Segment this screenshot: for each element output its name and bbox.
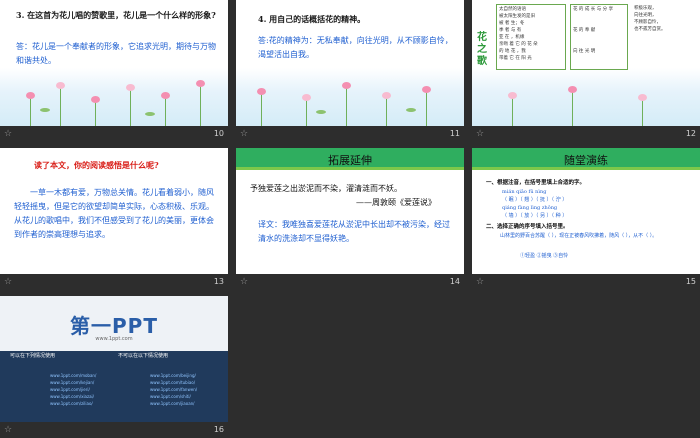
- slide-transition-icon: ☆: [4, 425, 13, 435]
- link[interactable]: www.1ppt.com/moban/: [50, 373, 96, 378]
- slide-transition-icon: ☆: [4, 129, 13, 139]
- slide-content: 读了本文，你的阅读感悟是什么呢? 一草一木都有爱，万物总关情。花儿看着弱小，随风…: [0, 148, 228, 274]
- task-1: 一、根据注音，在括号里填上合适的字。: [486, 180, 586, 186]
- slide-thumbnail-10[interactable]: 3. 在这首为花儿唱的赞歌里，花儿是一个什么样的形象? 答：花儿是一个奉献者的形…: [0, 0, 228, 142]
- quote-text: 予独爱莲之出淤泥而不染，濯清涟而不妖。: [250, 184, 402, 193]
- slide-content: 3. 在这首为花儿唱的赞歌里，花儿是一个什么样的形象? 答：花儿是一个奉献者的形…: [0, 0, 228, 126]
- side-title: 花之歌: [477, 32, 487, 67]
- question-text: 4. 用自己的话概括花的精神。: [258, 14, 366, 24]
- slide-title: 拓展延伸: [328, 154, 372, 167]
- answer-row-1: （ 眠 ）（ 翘 ）（ 抚 ）（ 泞 ）: [502, 197, 568, 203]
- slide-title: 随堂演练: [564, 154, 608, 167]
- body-text: 一草一木都有爱，万物总关情。花儿看着弱小，随风轻轻摇曳，但是它的欲望却简单实际，…: [14, 188, 214, 239]
- slide-content: 第一PPT www.1ppt.com 可以在下列情况使用 不可以在以下情况使用 …: [0, 296, 228, 422]
- exercise-options: ①轻盈 ②摇曳 ③自怜: [520, 253, 569, 259]
- link[interactable]: www.1ppt.com/xiazai/: [50, 394, 94, 399]
- link[interactable]: www.1ppt.com/fanwen/: [150, 387, 197, 392]
- slide-number: 13: [213, 277, 224, 286]
- thumbnail-footer: ☆ 15: [472, 274, 700, 290]
- translation-text: 译文：我唯独喜爱莲花从淤泥中长出却不被污染，经过清水的洗涤却不显得妖艳。: [258, 220, 450, 243]
- poem-column-2: 花 的 成 长 与 分 享花 的 奉 献向 往 光 明: [570, 4, 628, 70]
- slide-transition-icon: ☆: [240, 129, 249, 139]
- slide-thumbnail-11[interactable]: 4. 用自己的话概括花的精神。 答:花的精神为：无私奉献，向往光明，从不顾影自怜…: [236, 0, 464, 142]
- flower-field-decoration: [0, 68, 228, 126]
- info-panel: 可以在下列情况使用 不可以在以下情况使用 www.1ppt.com/moban/…: [0, 351, 228, 422]
- prompt-text: 读了本文，你的阅读感悟是什么呢?: [34, 160, 159, 170]
- slide-thumbnail-14[interactable]: 拓展延伸 予独爱莲之出淤泥而不染，濯清涟而不妖。 ——周敦颐《爱莲说》 译文：我…: [236, 148, 464, 290]
- pinyin-row-1: mián qiǎo fǔ nìng: [502, 189, 547, 195]
- exercise-sentence: 山林里的野百合苏醒（ ），现在正被春风吹拂着，随风（ ），从不（ ）。: [500, 233, 658, 239]
- slide-number: 10: [213, 129, 224, 138]
- slide-content: 花之歌 太自然的语语 被太阳生发的是旧被 者 生；冬季 者 与 有亚 在 ，机缘亲…: [472, 0, 700, 126]
- link[interactable]: www.1ppt.com/jiaoan/: [150, 401, 195, 406]
- logo: 第一PPT: [70, 314, 158, 338]
- thumbnail-footer: ☆ 12: [472, 126, 700, 142]
- left-heading: 可以在下列情况使用: [10, 353, 56, 359]
- title-bar: 拓展延伸: [236, 148, 464, 170]
- link[interactable]: www.1ppt.com/shiti/: [150, 394, 191, 399]
- poem-column-3: 积极乐观， 向往光明， 不顾影自怜， 也不孤芳自赏。: [634, 6, 666, 32]
- title-bar: 随堂演练: [472, 148, 700, 170]
- answer-text: 答：花儿是一个奉献者的形象，它追求光明，期待与万物和谐共处。: [16, 42, 216, 65]
- logo-area: 第一PPT www.1ppt.com: [0, 296, 228, 351]
- flower-field-decoration: [472, 68, 700, 126]
- slide-number: 12: [685, 129, 696, 138]
- slide-content: 拓展延伸 予独爱莲之出淤泥而不染，濯清涟而不妖。 ——周敦颐《爱莲说》 译文：我…: [236, 148, 464, 274]
- slide-thumbnail-13[interactable]: 读了本文，你的阅读感悟是什么呢? 一草一木都有爱，万物总关情。花儿看着弱小，随风…: [0, 148, 228, 290]
- slide-transition-icon: ☆: [240, 277, 249, 287]
- right-heading: 不可以在以下情况使用: [118, 353, 169, 359]
- thumbnail-footer: ☆ 11: [236, 126, 464, 142]
- link[interactable]: www.1ppt.com/tubiao/: [150, 380, 195, 385]
- slide-number: 14: [449, 277, 460, 286]
- slide-content: 4. 用自己的话概括花的精神。 答:花的精神为：无私奉献，向往光明，从不顾影自怜…: [236, 0, 464, 126]
- link[interactable]: www.1ppt.com/kejian/: [50, 380, 94, 385]
- slide-thumbnail-16[interactable]: 第一PPT www.1ppt.com 可以在下列情况使用 不可以在以下情况使用 …: [0, 296, 228, 438]
- poem-column-1: 太自然的语语 被太阳生发的是旧被 者 生；冬季 者 与 有亚 在 ，机缘 亲吻 着 …: [496, 4, 566, 70]
- thumbnail-footer: ☆ 10: [0, 126, 228, 142]
- answer-row-2: （ 墙 ）（ 放 ）（ 另 ）（ 种 ）: [502, 213, 568, 219]
- link[interactable]: www.1ppt.com/beijing/: [150, 373, 196, 378]
- answer-text: 答:花的精神为：无私奉献，向往光明，从不顾影自怜，渴望活出自我。: [258, 36, 453, 59]
- flower-field-decoration: [236, 68, 464, 126]
- pinyin-row-2: qiáng fàng lìng zhǒng: [502, 205, 558, 211]
- slide-transition-icon: ☆: [476, 129, 485, 139]
- slide-thumbnail-12[interactable]: 花之歌 太自然的语语 被太阳生发的是旧被 者 生；冬季 者 与 有亚 在 ，机缘亲…: [472, 0, 700, 142]
- task-2: 二、选择正确的序号填入括号里。: [486, 224, 569, 230]
- thumbnail-footer: ☆ 16: [0, 422, 228, 438]
- quote-source: ——周敦颐《爱莲说》: [356, 198, 436, 207]
- slide-number: 15: [685, 277, 696, 286]
- link[interactable]: www.1ppt.com/ziliao/: [50, 401, 93, 406]
- slide-thumbnail-15[interactable]: 随堂演练 一、根据注音，在括号里填上合适的字。 mián qiǎo fǔ nìn…: [472, 148, 700, 290]
- slide-content: 随堂演练 一、根据注音，在括号里填上合适的字。 mián qiǎo fǔ nìn…: [472, 148, 700, 274]
- thumbnail-footer: ☆ 14: [236, 274, 464, 290]
- slide-number: 11: [449, 129, 460, 138]
- logo-site: www.1ppt.com: [95, 336, 133, 342]
- link[interactable]: www.1ppt.com/jieri/: [50, 387, 90, 392]
- slide-number: 16: [213, 425, 224, 434]
- question-text: 3. 在这首为花儿唱的赞歌里，花儿是一个什么样的形象?: [16, 10, 216, 20]
- thumbnail-footer: ☆ 13: [0, 274, 228, 290]
- slide-transition-icon: ☆: [476, 277, 485, 287]
- slide-transition-icon: ☆: [4, 277, 13, 287]
